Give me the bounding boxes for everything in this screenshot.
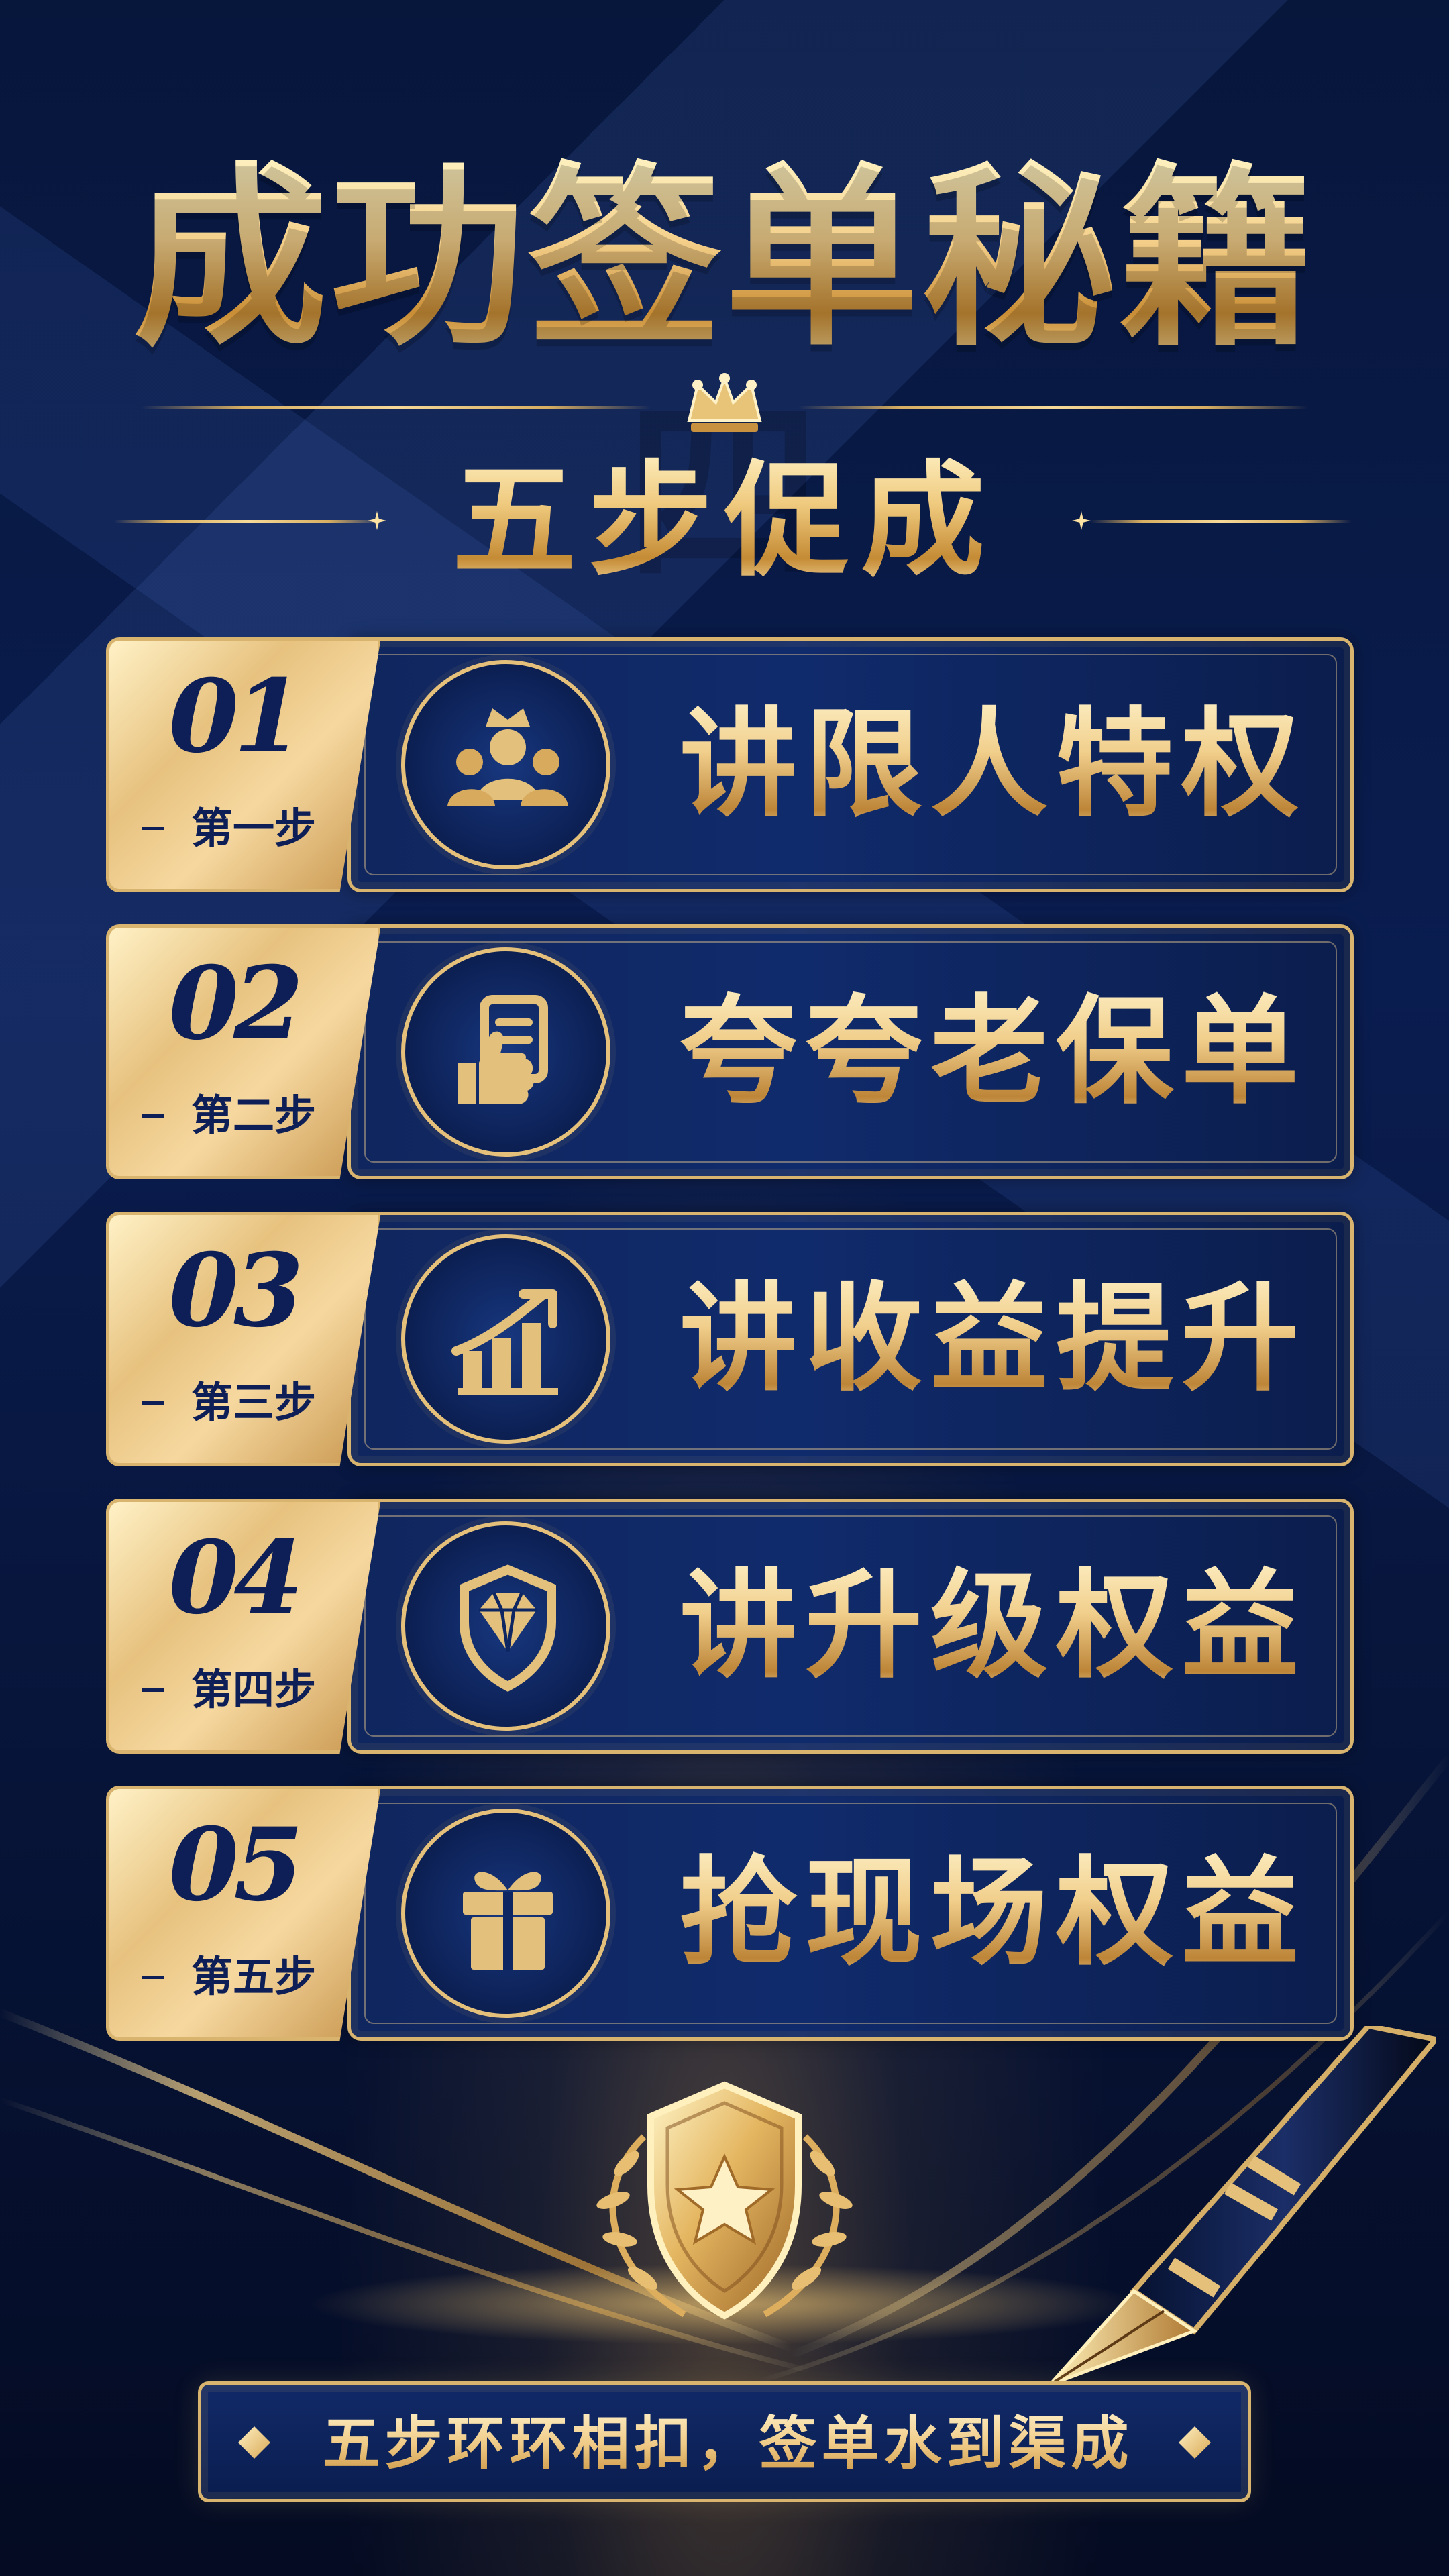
step-number: 03 — [168, 1232, 304, 1350]
gift-icon — [401, 1809, 610, 2018]
badge-dash — [142, 1688, 164, 1692]
step-label: 第一步 — [191, 804, 316, 853]
step-number-badge: 02 第二步 — [106, 924, 381, 1179]
title-divider-left — [141, 406, 651, 409]
step-title: 讲收益提升 — [680, 1258, 1310, 1419]
step-card-04: 04 第四步 讲升级权益 — [106, 1499, 1354, 1754]
step-title: 夸夸老保单 — [680, 971, 1310, 1132]
step-label: 第四步 — [191, 1665, 316, 1714]
promotional-poster: 成功签单秘籍四 五步促成 01 第一步 — [0, 0, 1449, 2576]
step-title: 讲升级权益 — [680, 1546, 1310, 1707]
step-label: 第二步 — [191, 1091, 316, 1140]
badge-dash — [142, 1401, 164, 1405]
step-card-02: 02 第二步 夸夸老保单 — [106, 924, 1354, 1179]
step-number: 02 — [168, 945, 304, 1063]
page-title: 成功签单秘籍四 — [87, 144, 1362, 600]
badge-dash — [142, 1976, 164, 1979]
step-label: 第三步 — [191, 1378, 316, 1427]
diamond-icon-left — [238, 2426, 270, 2459]
step-number: 04 — [168, 1519, 304, 1637]
badge-dash — [142, 827, 164, 830]
step-title: 抢现场权益 — [680, 1833, 1310, 1994]
step-number-badge: 03 第三步 — [106, 1212, 381, 1466]
step-label: 第五步 — [191, 1952, 316, 2001]
step-number-badge: 05 第五步 — [106, 1786, 381, 2041]
title-divider-right — [798, 406, 1308, 409]
subtitle: 五步促成 — [349, 443, 1100, 597]
footer-banner: 五步环环相扣，签单水到渠成 — [198, 2381, 1251, 2502]
step-number: 05 — [168, 1806, 304, 1924]
step-number: 01 — [168, 657, 304, 775]
step-card-05: 05 第五步 抢现场权益 — [106, 1786, 1354, 2041]
subtitle-line-left — [114, 520, 382, 523]
badge-dash — [142, 1114, 164, 1118]
shield-diamond-icon — [401, 1521, 610, 1731]
step-card-01: 01 第一步 讲限人特权 — [106, 637, 1354, 892]
thumbs-up-document-icon — [401, 947, 610, 1157]
subtitle-line-right — [1090, 520, 1352, 523]
step-title: 讲限人特权 — [680, 684, 1310, 845]
step-card-03: 03 第三步 讲收益提升 — [106, 1212, 1354, 1466]
shield-star-laurel-icon — [596, 2081, 853, 2320]
crowned-group-icon — [401, 660, 610, 869]
step-number-badge: 01 第一步 — [106, 637, 381, 892]
diamond-icon-right — [1179, 2426, 1211, 2459]
step-number-badge: 04 第四步 — [106, 1499, 381, 1754]
crown-icon — [687, 373, 762, 432]
growth-chart-icon — [401, 1234, 610, 1444]
footer-slogan: 五步环环相扣，签单水到渠成 — [312, 2404, 1144, 2484]
fountain-pen-icon — [1049, 2026, 1436, 2387]
steps-list: 01 第一步 讲限人特权 02 第二步 夸夸老保单 03 第三步 讲收益提升 0… — [106, 637, 1354, 2041]
